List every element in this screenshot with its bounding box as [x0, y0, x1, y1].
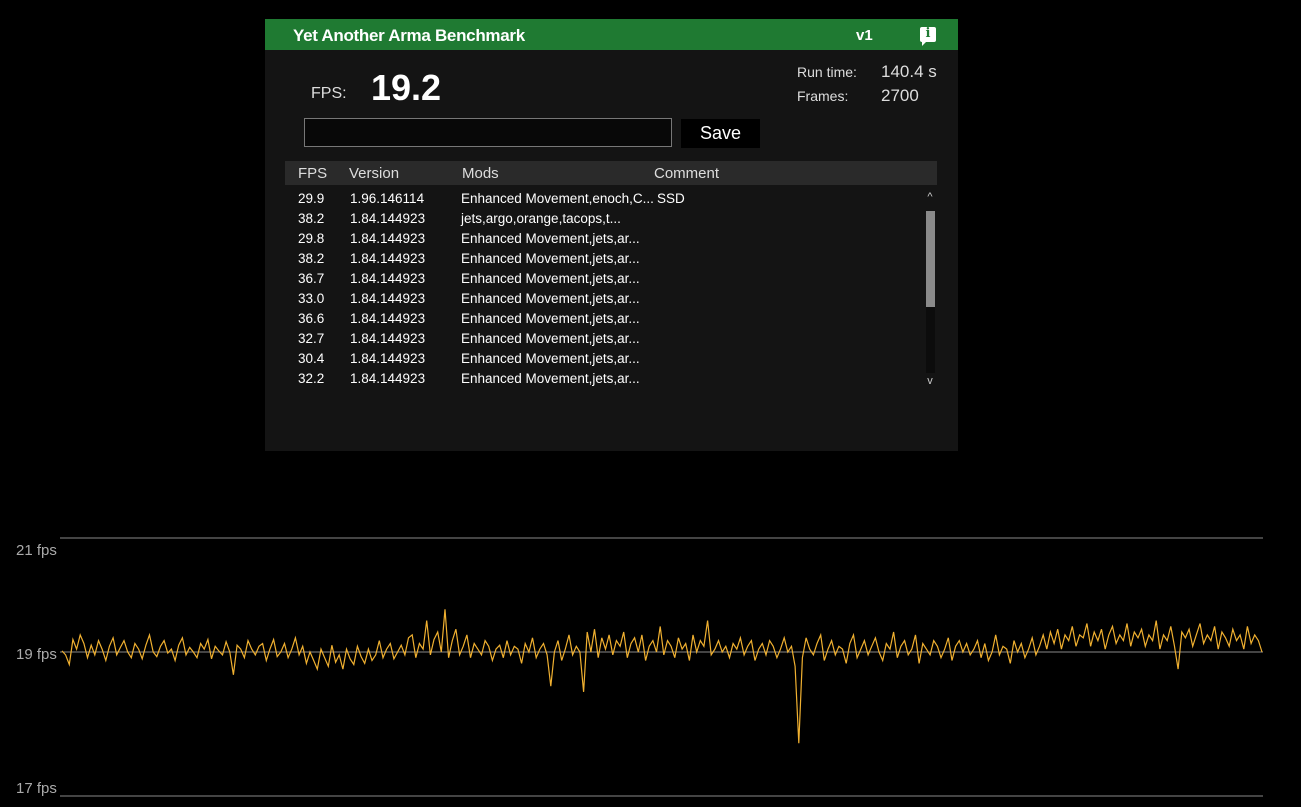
- info-glyph: i: [925, 26, 931, 41]
- column-header-mods[interactable]: Mods: [462, 165, 499, 182]
- results-table-header: FPS Version Mods Comment: [285, 161, 937, 185]
- cell-mods: Enhanced Movement,jets,ar...: [461, 251, 640, 266]
- cell-fps: 29.8: [298, 231, 325, 246]
- fps-series: [61, 609, 1263, 744]
- y-tick-label-bottom: 17 fps: [16, 780, 57, 797]
- table-row[interactable]: 30.4 1.84.144923 Enhanced Movement,jets,ar…: [265, 350, 925, 370]
- cell-version: 1.96.146114: [350, 191, 425, 206]
- results-scrollbar[interactable]: ^ v: [923, 191, 937, 391]
- scroll-up-icon[interactable]: ^: [923, 191, 937, 203]
- comment-input[interactable]: [304, 118, 672, 147]
- column-header-comment[interactable]: Comment: [654, 165, 719, 182]
- y-tick-label-middle: 19 fps: [16, 646, 57, 663]
- cell-version: 1.84.144923: [350, 371, 426, 386]
- run-time-value: 140.4 s: [881, 62, 937, 81]
- y-tick-label-top: 21 fps: [16, 542, 57, 559]
- results-table-body: 29.9 1.96.146114 Enhanced Movement,enoch,C…: [265, 190, 925, 410]
- info-icon[interactable]: i: [920, 26, 936, 46]
- cell-mods: Enhanced Movement,jets,ar...: [461, 371, 640, 386]
- cell-version: 1.84.144923: [350, 311, 426, 326]
- cell-version: 1.84.144923: [350, 331, 426, 346]
- cell-version: 1.84.144923: [350, 351, 426, 366]
- fps-value: 19.2: [371, 67, 442, 108]
- fps-graph: 21 fps 19 fps 17 fps: [16, 537, 1263, 797]
- cell-version: 1.84.144923: [350, 291, 426, 306]
- cell-comment: SSD: [657, 191, 685, 206]
- fps-label: FPS:: [311, 85, 347, 102]
- cell-mods: Enhanced Movement,jets,ar...: [461, 291, 640, 306]
- cell-mods: jets,argo,orange,tacops,t...: [461, 211, 621, 226]
- cell-fps: 36.7: [298, 271, 325, 286]
- benchmark-panel: Yet Another Arma Benchmark v1 i FPS: 19.…: [265, 19, 958, 451]
- column-header-version[interactable]: Version: [349, 165, 399, 182]
- table-row[interactable]: 36.7 1.84.144923 Enhanced Movement,jets,ar…: [265, 270, 925, 290]
- table-row[interactable]: 32.2 1.84.144923 Enhanced Movement,jets,ar…: [265, 370, 925, 390]
- cell-mods: Enhanced Movement,enoch,C...: [461, 191, 654, 206]
- table-row[interactable]: 29.9 1.96.146114 Enhanced Movement,enoch,C…: [265, 190, 925, 210]
- title-bar: Yet Another Arma Benchmark v1 i: [265, 19, 958, 50]
- fps-series-line: [61, 609, 1263, 744]
- save-button[interactable]: Save: [681, 119, 760, 148]
- table-row[interactable]: 38.2 1.84.144923 Enhanced Movement,jets,ar…: [265, 250, 925, 270]
- scroll-down-icon[interactable]: v: [923, 375, 937, 387]
- table-row[interactable]: 29.8 1.84.144923 Enhanced Movement,jets,ar…: [265, 230, 925, 250]
- version-label: v1: [856, 27, 873, 44]
- table-row[interactable]: 32.7 1.84.144923 Enhanced Movement,jets,ar…: [265, 330, 925, 350]
- cell-mods: Enhanced Movement,jets,ar...: [461, 231, 640, 246]
- frames-value: 2700: [881, 86, 919, 105]
- cell-mods: Enhanced Movement,jets,ar...: [461, 351, 640, 366]
- cell-version: 1.84.144923: [350, 211, 426, 226]
- cell-mods: Enhanced Movement,jets,ar...: [461, 311, 640, 326]
- cell-mods: Enhanced Movement,jets,ar...: [461, 271, 640, 286]
- column-header-fps[interactable]: FPS: [298, 165, 327, 182]
- window-title: Yet Another Arma Benchmark: [293, 26, 525, 45]
- run-time-label: Run time:: [797, 64, 857, 80]
- cell-fps: 30.4: [298, 351, 325, 366]
- cell-fps: 32.2: [298, 371, 325, 386]
- cell-fps: 29.9: [298, 191, 325, 206]
- cell-fps: 33.0: [298, 291, 325, 306]
- cell-fps: 32.7: [298, 331, 325, 346]
- cell-mods: Enhanced Movement,jets,ar...: [461, 331, 640, 346]
- frames-label: Frames:: [797, 88, 849, 104]
- cell-version: 1.84.144923: [350, 251, 426, 266]
- table-row[interactable]: 36.6 1.84.144923 Enhanced Movement,jets,ar…: [265, 310, 925, 330]
- scroll-track[interactable]: [926, 211, 935, 373]
- cell-version: 1.84.144923: [350, 271, 426, 286]
- cell-version: 1.84.144923: [350, 231, 426, 246]
- table-row[interactable]: 38.2 1.84.144923 jets,argo,orange,tacops,t…: [265, 210, 925, 230]
- scroll-thumb[interactable]: [926, 211, 935, 307]
- cell-fps: 36.6: [298, 311, 325, 326]
- table-row[interactable]: 33.0 1.84.144923 Enhanced Movement,jets,ar…: [265, 290, 925, 310]
- cell-fps: 38.2: [298, 251, 325, 266]
- cell-fps: 38.2: [298, 211, 325, 226]
